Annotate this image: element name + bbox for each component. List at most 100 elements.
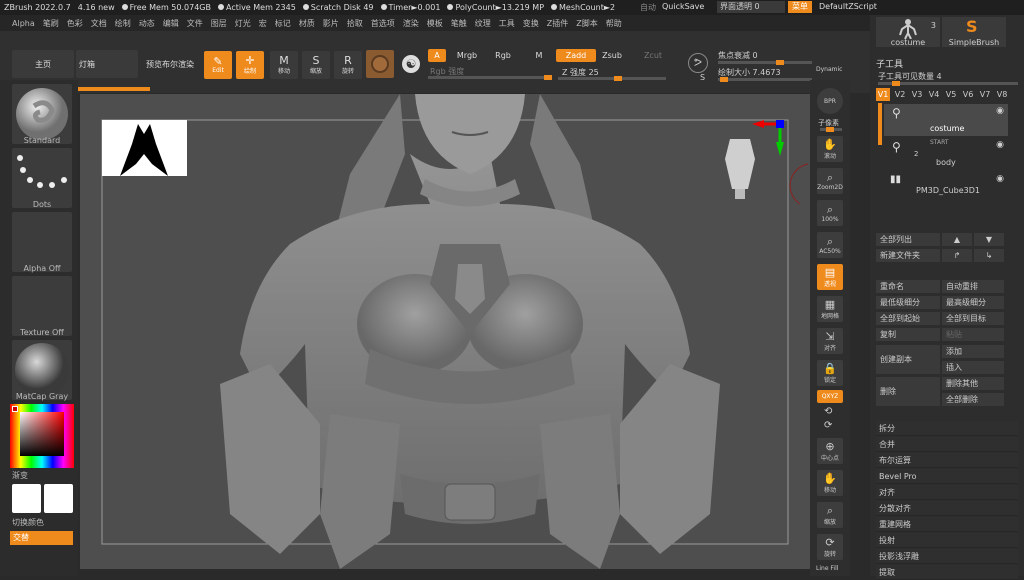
subtool-row[interactable]: ⚲ 2 START body ◉ <box>884 138 1008 170</box>
color-square[interactable] <box>20 412 64 456</box>
menu-item[interactable]: 色彩 <box>67 18 83 29</box>
menu-item[interactable]: 影片 <box>323 18 339 29</box>
local-button[interactable]: ⇲ 对齐 <box>817 328 843 354</box>
menu-item[interactable]: 文件 <box>187 18 203 29</box>
version-tab[interactable]: V7 <box>978 88 992 101</box>
subpixel-slider[interactable] <box>820 127 842 132</box>
stroke-icon[interactable]: ᕗ <box>688 53 708 73</box>
subtool-row[interactable]: ⚲ costume ◉ <box>884 104 1008 136</box>
new-folder-button[interactable]: 新建文件夹 <box>876 249 940 262</box>
visible-count-slider[interactable] <box>878 81 1018 86</box>
menu-item[interactable]: 纹理 <box>475 18 491 29</box>
move-up-arrow-icon[interactable]: ▲ <box>942 233 972 246</box>
script-name[interactable]: DefaultZScript <box>819 2 877 11</box>
menu-item[interactable]: 动态 <box>139 18 155 29</box>
eye-icon[interactable]: ◉ <box>996 140 1004 150</box>
preview-boolean-button[interactable]: 预览布尔渲染 <box>140 50 200 78</box>
material-swatch[interactable] <box>366 50 394 78</box>
ac50-button[interactable]: ⌕ AC50% <box>817 232 843 258</box>
menu-item[interactable]: 绘制 <box>115 18 131 29</box>
menu-item[interactable]: Z插件 <box>547 18 568 29</box>
menu-item[interactable]: Z脚本 <box>576 18 597 29</box>
floor-button[interactable]: ▦ 地网格 <box>817 296 843 322</box>
menu-item[interactable]: 材质 <box>299 18 315 29</box>
menu-item[interactable]: 渲染 <box>403 18 419 29</box>
brush-standard-button[interactable] <box>12 84 72 144</box>
duplicate-button[interactable]: 复制 <box>876 328 940 341</box>
paste-button[interactable]: 粘贴 <box>942 328 1004 341</box>
insert-button[interactable]: 插入 <box>942 361 1004 374</box>
menu-item[interactable]: 灯光 <box>235 18 251 29</box>
version-tab[interactable]: V2 <box>893 88 907 101</box>
subtool-title[interactable]: 子工具 <box>876 57 903 70</box>
mrgb-toggle[interactable]: Mrgb <box>448 49 486 62</box>
canvas-viewport[interactable] <box>80 94 810 569</box>
auto-reorder-button[interactable]: 自动重排 <box>942 280 1004 293</box>
material-button[interactable] <box>12 340 72 400</box>
simplebrush-thumb[interactable]: S SimpleBrush <box>942 17 1006 47</box>
menu-item[interactable]: 编辑 <box>163 18 179 29</box>
zoom-view-button[interactable]: ⌕ 缩放 <box>817 502 843 528</box>
scroll-button[interactable]: ✋ 滚动 <box>817 136 843 162</box>
xyz-button[interactable]: QXYZ <box>817 390 843 403</box>
menu-item[interactable]: 宏 <box>259 18 267 29</box>
menu-item[interactable]: 笔刷 <box>43 18 59 29</box>
rotate-view-button[interactable]: ⟳ 旋转 <box>817 534 843 560</box>
menu-item[interactable]: 工具 <box>499 18 515 29</box>
menu-item[interactable]: 模板 <box>427 18 443 29</box>
submenu-item[interactable]: Bevel Pro <box>876 469 1018 484</box>
alternate-button[interactable]: 交替 <box>10 531 73 545</box>
eye-icon[interactable]: ◉ <box>996 106 1004 116</box>
zsub-toggle[interactable]: Zsub <box>598 49 626 62</box>
menu-item[interactable]: 图层 <box>211 18 227 29</box>
version-tab[interactable]: V1 <box>876 88 890 101</box>
rgb-intensity-slider[interactable] <box>428 75 552 80</box>
delete-other-button[interactable]: 删除其他 <box>942 377 1004 390</box>
version-tab[interactable]: V4 <box>927 88 941 101</box>
alpha-button[interactable] <box>12 212 72 272</box>
version-tab[interactable]: V8 <box>995 88 1009 101</box>
subtool-scroll-indicator[interactable] <box>878 103 882 145</box>
main-color-swatch[interactable] <box>12 484 41 513</box>
rotate-z-icon[interactable]: ⟳ <box>824 420 832 431</box>
stroke-dots-button[interactable] <box>12 148 72 208</box>
all-to-start-button[interactable]: 全部到起始 <box>876 312 940 325</box>
perspective-button[interactable]: ▤ 透视 <box>817 264 843 290</box>
curve-down-icon[interactable]: ↳ <box>974 249 1004 262</box>
linefill-label[interactable]: Line Fill <box>816 565 838 572</box>
version-tab[interactable]: V5 <box>944 88 958 101</box>
zoom2d-button[interactable]: ⌕ Zoom2D <box>817 168 843 194</box>
spherical-button[interactable]: ☯ <box>397 50 425 78</box>
gradient-label[interactable]: 渐变 <box>12 470 80 481</box>
edit-button[interactable]: ✎ Edit <box>204 51 232 79</box>
rotate-button[interactable]: R 旋转 <box>334 51 362 79</box>
home-button[interactable]: 主页 <box>12 50 74 78</box>
menu-item[interactable]: 变换 <box>523 18 539 29</box>
menu-item[interactable]: 帮助 <box>606 18 622 29</box>
scale-button[interactable]: S 缩放 <box>302 51 330 79</box>
dynamic-label[interactable]: Dynamic <box>816 66 842 73</box>
submenu-item[interactable]: 投影浅浮雕 <box>876 549 1018 564</box>
subtool-row[interactable]: ▮▮ PM3D_Cube3D1 ◉ <box>884 172 1008 200</box>
submenu-item[interactable]: 拆分 <box>876 421 1018 436</box>
menu-item[interactable]: 笔触 <box>451 18 467 29</box>
highest-subdiv-button[interactable]: 最高级细分 <box>942 296 1004 309</box>
menu-item[interactable]: 标记 <box>275 18 291 29</box>
version-tab[interactable]: V6 <box>961 88 975 101</box>
append-button[interactable]: 添加 <box>942 345 1004 358</box>
focal-shift-slider[interactable] <box>718 60 812 65</box>
submenu-item[interactable]: 投射 <box>876 533 1018 548</box>
submenu-item[interactable]: 布尔运算 <box>876 453 1018 468</box>
secondary-color-swatch[interactable] <box>44 484 73 513</box>
switch-color-button[interactable]: 切换颜色 <box>12 517 80 528</box>
menu-item[interactable]: 文档 <box>91 18 107 29</box>
rotate-y-icon[interactable]: ⟲ <box>824 406 832 417</box>
lock-button[interactable]: 🔒 锁定 <box>817 360 843 386</box>
menu-item[interactable]: Alpha <box>12 19 35 28</box>
curve-up-icon[interactable]: ↱ <box>942 249 972 262</box>
menu-item[interactable]: 拾取 <box>347 18 363 29</box>
tool-thumb-costume[interactable]: 3 costume <box>876 17 940 47</box>
zcut-toggle[interactable]: Zcut <box>640 49 666 62</box>
zoom100-button[interactable]: ⌕ 100% <box>817 200 843 226</box>
draw-button[interactable]: ✛ 绘制 <box>236 51 264 79</box>
